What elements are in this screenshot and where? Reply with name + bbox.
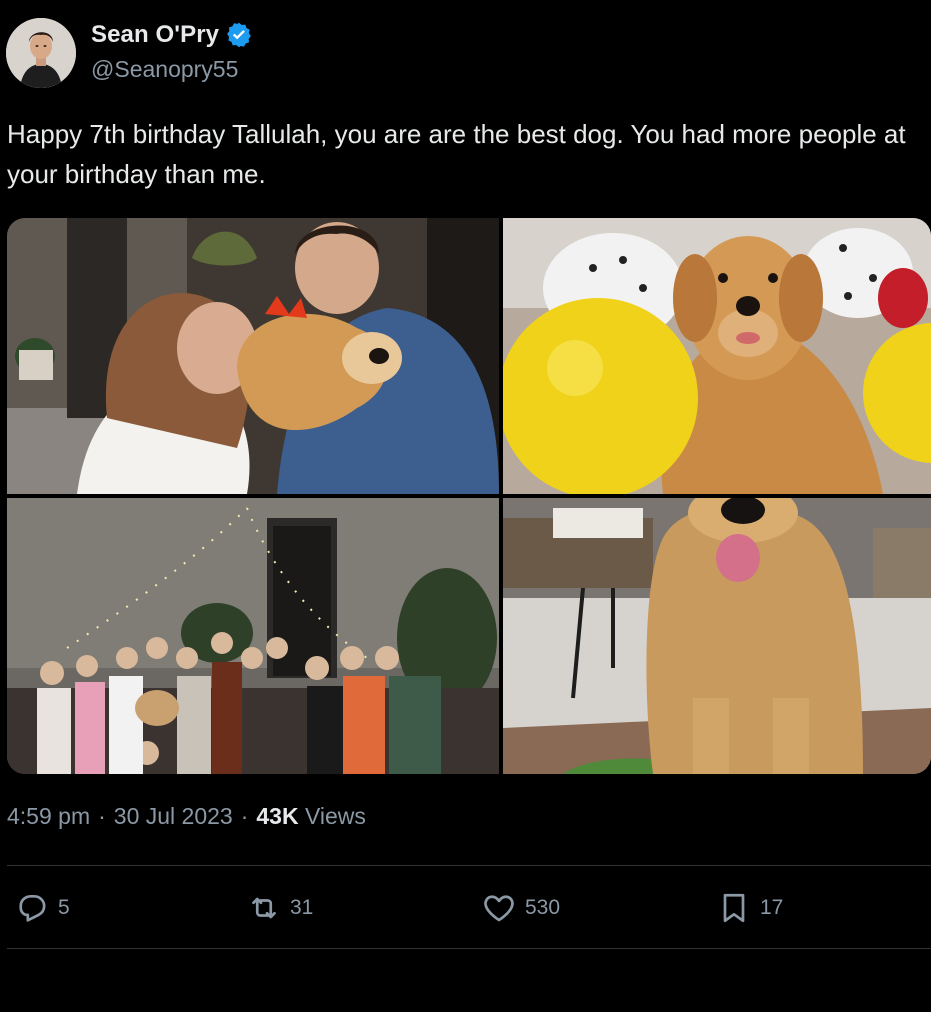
views-label: Views: [304, 803, 366, 829]
meta-separator: ·: [98, 803, 106, 829]
display-name[interactable]: Sean O'Pry: [91, 21, 219, 49]
photo-dog-with-balloons[interactable]: [503, 218, 931, 494]
photo-dog-on-patio[interactable]: [503, 498, 931, 774]
retweet-count: 31: [290, 896, 314, 919]
photo-party-group[interactable]: [7, 498, 499, 774]
photo-couple-with-dog[interactable]: [7, 218, 499, 494]
divider: [7, 948, 931, 949]
divider: [7, 865, 931, 866]
handle[interactable]: @Seanopry55: [91, 56, 238, 83]
meta-separator-2: ·: [240, 803, 249, 829]
photo-couple-with-dog-image: [7, 218, 499, 494]
heart-icon: [484, 895, 514, 922]
tweet-text: Happy 7th birthday Tallulah, you are are…: [7, 119, 906, 189]
photo-party-group-image: [7, 498, 499, 774]
reply-count: 5: [58, 896, 70, 919]
reply-icon: [19, 894, 46, 922]
tweet-meta: 4:59 pm · 30 Jul 2023 · 43K Views: [7, 803, 366, 830]
photo-dog-with-balloons-image: [503, 218, 931, 494]
media-grid: [7, 218, 931, 774]
like-count: 530: [525, 896, 561, 919]
retweet-icon: [252, 897, 276, 919]
retweet-button[interactable]: 31: [246, 886, 313, 930]
tweet-time[interactable]: 4:59 pm: [7, 803, 90, 830]
action-bar: 5 31 530 17: [0, 886, 931, 930]
tweet-header: Sean O'Pry @Seanopry55: [0, 0, 931, 100]
bookmark-button[interactable]: 17: [716, 886, 783, 930]
reply-button[interactable]: 5: [14, 886, 70, 930]
avatar[interactable]: [6, 18, 76, 88]
name-row: Sean O'Pry: [91, 20, 253, 50]
views-count: 43K: [256, 803, 299, 829]
verified-badge-icon[interactable]: [225, 21, 253, 49]
bookmark-icon: [723, 893, 745, 923]
tweet-date[interactable]: 30 Jul 2023: [114, 803, 233, 830]
bookmark-count: 17: [760, 896, 784, 919]
photo-dog-on-patio-image: [503, 498, 931, 774]
like-button[interactable]: 530: [481, 886, 560, 930]
avatar-image: [6, 18, 76, 88]
